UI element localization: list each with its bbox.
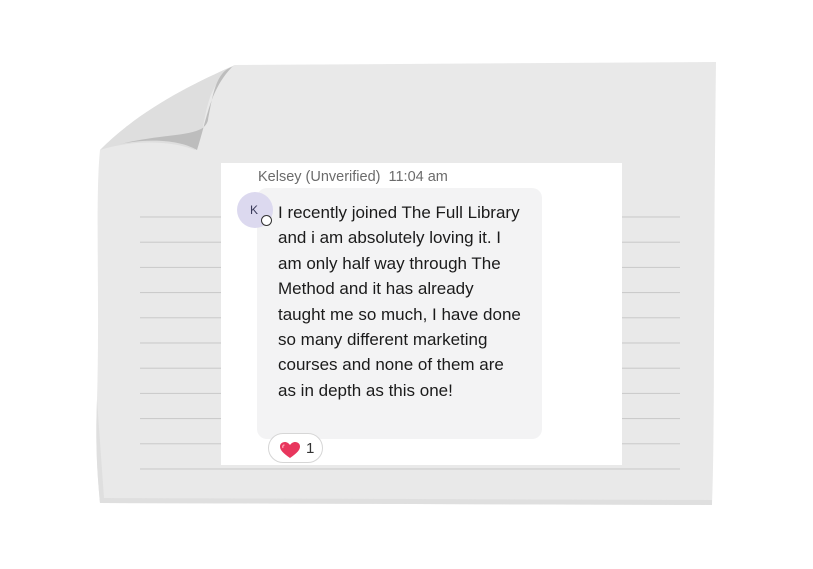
message-header: Kelsey (Unverified) 11:04 am [258,169,448,185]
presence-indicator [261,215,272,226]
chat-message-card: Kelsey (Unverified) 11:04 am K I recently… [221,163,622,465]
heart-reaction-button[interactable]: 1 [268,433,323,463]
reaction-count: 1 [306,440,315,457]
heart-icon [280,442,300,458]
message-timestamp: 11:04 am [388,169,448,185]
author-name[interactable]: Kelsey (Unverified) [258,169,381,185]
message-text: I recently joined The Full Library and i… [278,203,521,400]
